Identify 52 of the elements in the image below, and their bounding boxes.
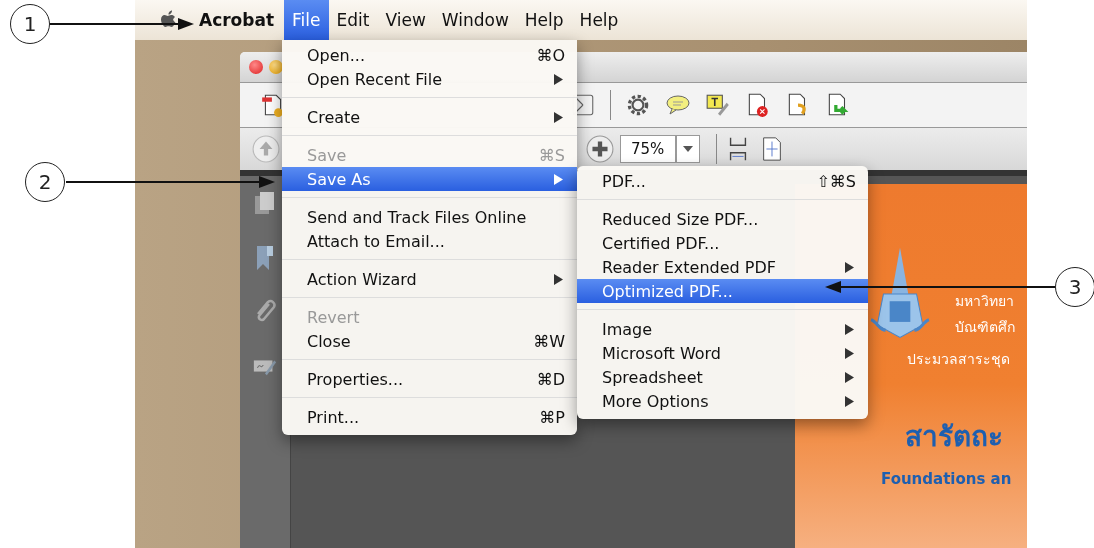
submenu-arrow-icon xyxy=(554,173,563,185)
callout-number: 2 xyxy=(25,162,65,202)
document-text: ประมวลสาระชุด xyxy=(907,350,1011,370)
menu-item[interactable]: Spreadsheet xyxy=(577,365,868,389)
menu-item[interactable]: Send and Track Files Online xyxy=(282,205,577,229)
speech-bubble-icon[interactable] xyxy=(665,92,691,118)
callout-number: 3 xyxy=(1055,267,1094,307)
menu-item[interactable]: Print... ⌘P xyxy=(282,405,577,429)
menu-item[interactable]: Save As xyxy=(282,167,577,191)
submenu-arrow-icon xyxy=(554,73,563,85)
submenu-arrow-icon xyxy=(845,371,854,383)
callout-number: 1 xyxy=(10,4,50,44)
menu-item[interactable]: Reader Extended PDF xyxy=(577,255,868,279)
menu-bar-item[interactable]: Help xyxy=(571,0,627,40)
submenu-arrow-icon xyxy=(845,347,854,359)
menu-bar-item[interactable]: View xyxy=(377,0,434,40)
submenu-arrow-icon xyxy=(845,395,854,407)
menu-item[interactable]: Close ⌘W xyxy=(282,329,577,353)
document-title: สารัตถะ xyxy=(905,419,1003,455)
menu-item[interactable]: More Options xyxy=(577,389,868,413)
zoom-in-icon[interactable] xyxy=(586,135,614,163)
menu-item[interactable]: PDF... ⇧⌘S xyxy=(577,169,868,193)
menu-item[interactable]: Microsoft Word xyxy=(577,341,868,365)
submenu-arrow-icon xyxy=(845,323,854,335)
minimize-icon[interactable] xyxy=(269,60,283,74)
menu-bar-item[interactable]: Edit xyxy=(328,0,378,40)
zoom-field[interactable]: 75% xyxy=(620,135,676,163)
menu-item[interactable]: Properties... ⌘D xyxy=(282,367,577,391)
document-subtitle: Foundations an xyxy=(881,470,1012,488)
menu-bar-item[interactable]: Help xyxy=(516,0,572,40)
menu-item[interactable]: Certified PDF... xyxy=(577,231,868,255)
submenu-arrow-icon xyxy=(845,261,854,273)
dropdown-button[interactable] xyxy=(676,135,700,163)
close-icon[interactable] xyxy=(249,60,263,74)
document-text: มหาวิทยา xyxy=(955,292,1015,311)
menu-item[interactable]: Image xyxy=(577,317,868,341)
menu-bar-item[interactable]: Window xyxy=(433,0,517,40)
menu-item[interactable]: Reduced Size PDF... xyxy=(577,207,868,231)
caret-icon xyxy=(683,146,693,152)
menu-bar-item[interactable]: File xyxy=(284,0,329,40)
menu-item[interactable]: Create xyxy=(282,105,577,129)
menu-item[interactable]: Attach to Email... xyxy=(282,229,577,253)
menu-item[interactable]: Open... ⌘O xyxy=(282,43,577,67)
app-menu[interactable]: Acrobat xyxy=(193,10,281,30)
text-edit-icon[interactable] xyxy=(705,92,731,118)
menu-item[interactable]: Open Recent File xyxy=(282,67,577,91)
menu-item[interactable]: Optimized PDF... xyxy=(577,279,868,303)
gear-icon[interactable] xyxy=(625,92,651,118)
submenu-arrow-icon xyxy=(554,111,563,123)
menu-item[interactable]: Action Wizard xyxy=(282,267,577,291)
submenu-arrow-icon xyxy=(554,273,563,285)
document-text: บัณฑิตศึก xyxy=(955,318,1015,337)
